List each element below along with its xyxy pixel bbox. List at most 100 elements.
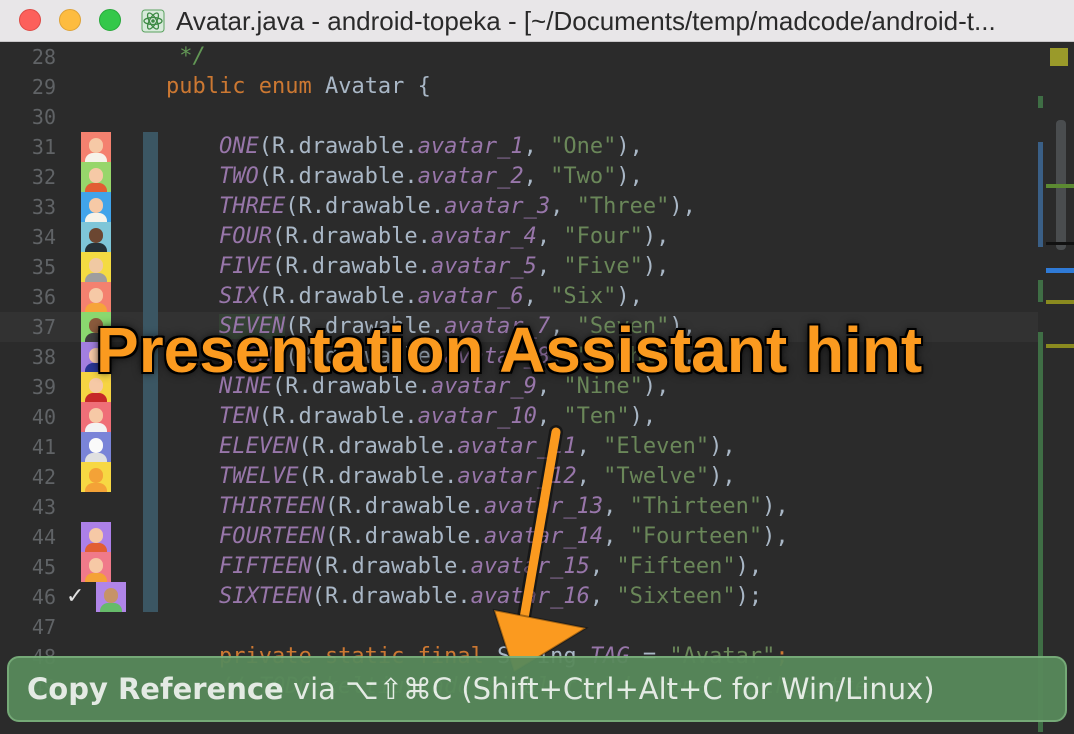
code-line[interactable]: FIVE(R.drawable.avatar_5, "Five"),	[166, 252, 669, 282]
change-stripe	[1038, 96, 1043, 108]
code-line[interactable]: TEN(R.drawable.avatar_10, "Ten"),	[166, 402, 656, 432]
avatar-icon[interactable]	[81, 192, 111, 222]
code-token: "Six"	[550, 284, 617, 309]
title-bar: Avatar.java - android-topeka - [~/Docume…	[0, 0, 1074, 42]
code-token: ),	[709, 464, 736, 489]
code-token: avatar_5	[430, 254, 537, 279]
code-line[interactable]: FOURTEEN(R.drawable.avatar_14, "Fourteen…	[166, 522, 789, 552]
code-line[interactable]: TWELVE(R.drawable.avatar_12, "Twelve"),	[166, 462, 736, 492]
code-line[interactable]: */	[166, 42, 206, 72]
code-token: avatar_2	[417, 164, 524, 189]
code-line[interactable]: public enum Avatar {	[166, 72, 431, 102]
avatar-icon[interactable]	[81, 162, 111, 192]
code-line[interactable]: ONE(R.drawable.avatar_1, "One"),	[166, 132, 643, 162]
selected-avatar-icon[interactable]	[96, 582, 126, 612]
code-token: FIFTEEN	[166, 554, 312, 579]
line-number: 44	[31, 525, 56, 549]
hint-via: via	[292, 672, 336, 706]
avatar-body	[85, 393, 107, 402]
avatar-icon[interactable]	[81, 522, 111, 552]
marker-stripe	[1046, 242, 1074, 245]
line-number: 43	[31, 495, 56, 519]
code-token: "Ten"	[563, 404, 630, 429]
code-token: (R.drawable.	[258, 164, 418, 189]
code-token: ,	[536, 404, 564, 429]
code-token: public enum	[166, 74, 325, 99]
close-window-button[interactable]	[19, 9, 41, 31]
code-token: (R.drawable.	[311, 584, 471, 609]
code-line[interactable]: THIRTEEN(R.drawable.avatar_13, "Thirteen…	[166, 492, 789, 522]
code-token: ),	[642, 224, 670, 249]
line-number: 29	[31, 75, 56, 99]
line-number: 45	[31, 555, 56, 579]
code-line[interactable]: SIX(R.drawable.avatar_6, "Six"),	[166, 282, 643, 312]
code-token: "Five"	[563, 254, 643, 279]
code-token: ),	[709, 434, 736, 459]
code-token: "Twelve"	[603, 464, 710, 489]
code-token: avatar_6	[417, 284, 524, 309]
avatar-head	[89, 258, 103, 273]
code-token: */	[166, 44, 206, 69]
line-number: 39	[31, 375, 56, 399]
code-token: TWELVE	[166, 464, 299, 489]
code-token: ),	[616, 134, 643, 159]
avatar-head	[89, 168, 103, 183]
code-token: avatar_1	[417, 134, 524, 159]
annotation-text: Presentation Assistant hint	[96, 314, 923, 386]
avatar-icon[interactable]	[81, 132, 111, 162]
change-stripe	[1038, 142, 1043, 247]
avatar-icon[interactable]	[81, 402, 111, 432]
code-token: THREE	[166, 194, 286, 219]
code-token: ,	[536, 224, 564, 249]
avatar-head	[89, 408, 103, 423]
zoom-window-button[interactable]	[99, 9, 121, 31]
code-line[interactable]: SIXTEEN(R.drawable.avatar_16, "Sixteen")…	[166, 582, 762, 612]
code-token: SIX	[166, 284, 259, 309]
avatar-body	[85, 213, 107, 222]
java-file-icon	[141, 9, 165, 33]
avatar-head	[89, 528, 103, 543]
avatar-body	[85, 483, 107, 492]
code-line[interactable]: FIFTEEN(R.drawable.avatar_15, "Fifteen")…	[166, 552, 762, 582]
code-token: ,	[589, 584, 617, 609]
code-token: (R.drawable.	[324, 494, 484, 519]
line-number: 47	[31, 615, 56, 639]
inspection-status-icon[interactable]	[1050, 48, 1068, 66]
avatar-head	[89, 288, 103, 303]
code-token: ,	[523, 284, 551, 309]
code-token: (R.drawable.	[298, 464, 458, 489]
window-title: Avatar.java - android-topeka - [~/Docume…	[176, 6, 996, 36]
avatar-body	[85, 153, 107, 162]
avatar-icon[interactable]	[81, 552, 111, 582]
code-line[interactable]: TWO(R.drawable.avatar_2, "Two"),	[166, 162, 643, 192]
code-token: ,	[576, 434, 604, 459]
marker-stripe	[1046, 184, 1074, 188]
code-token: FOURTEEN	[166, 524, 325, 549]
minimize-window-button[interactable]	[59, 9, 81, 31]
code-token: avatar_3	[444, 194, 551, 219]
avatar-body	[85, 453, 107, 462]
avatar-icon[interactable]	[81, 462, 111, 492]
avatar-icon[interactable]	[81, 432, 111, 462]
code-token: ),	[735, 554, 763, 579]
avatar-head	[89, 138, 103, 153]
code-token: avatar_4	[430, 224, 537, 249]
avatar-icon[interactable]	[81, 222, 111, 252]
code-token: "Fifteen"	[616, 554, 736, 579]
code-token: "Sixteen"	[616, 584, 736, 609]
code-token: ),	[616, 284, 643, 309]
avatar-body	[85, 543, 107, 552]
code-token: ,	[576, 464, 604, 489]
avatar-head	[104, 588, 118, 603]
avatar-icon[interactable]	[81, 252, 111, 282]
code-line[interactable]: FOUR(R.drawable.avatar_4, "Four"),	[166, 222, 669, 252]
avatar-head	[89, 228, 103, 243]
code-line[interactable]: THREE(R.drawable.avatar_3, "Three"),	[166, 192, 696, 222]
code-token: ONE	[166, 134, 259, 159]
code-token: avatar_10	[417, 404, 537, 429]
error-stripe[interactable]	[1038, 42, 1074, 734]
line-number: 41	[31, 435, 56, 459]
avatar-icon[interactable]	[81, 282, 111, 312]
line-number: 37	[31, 315, 56, 339]
code-line[interactable]: ELEVEN(R.drawable.avatar_11, "Eleven"),	[166, 432, 736, 462]
